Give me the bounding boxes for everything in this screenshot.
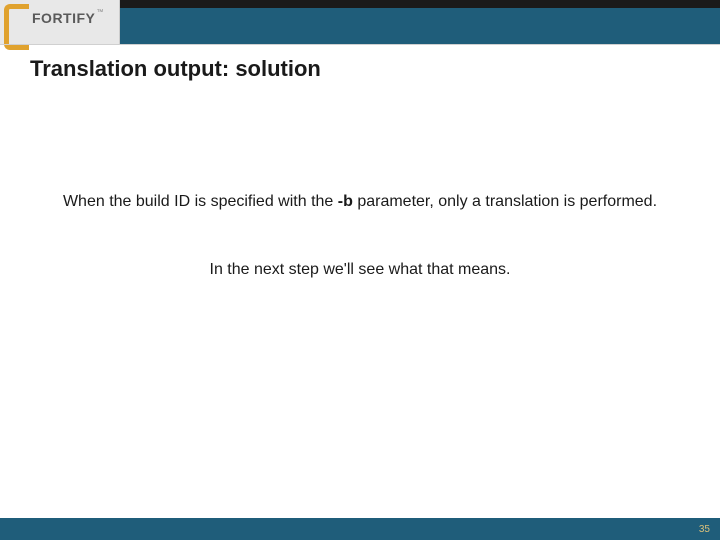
header-blue-strip bbox=[120, 8, 720, 44]
divider-line bbox=[0, 44, 720, 45]
brand-name: FORTIFY bbox=[32, 10, 95, 26]
header-bar: FORTIFY ™ bbox=[0, 0, 720, 44]
slide-title: Translation output: solution bbox=[30, 56, 321, 82]
brand-logo: FORTIFY ™ bbox=[0, 0, 120, 44]
header-right bbox=[120, 0, 720, 44]
footer-bar: 35 bbox=[0, 518, 720, 540]
logo-bracket-icon bbox=[4, 4, 32, 40]
brand-trademark: ™ bbox=[96, 9, 103, 16]
body-paragraph-1: When the build ID is specified with the … bbox=[0, 192, 720, 213]
para1-text-a: When the build ID is specified with the bbox=[63, 193, 338, 210]
header-top-strip bbox=[120, 0, 720, 8]
para1-text-b: parameter, only a translation is perform… bbox=[353, 193, 657, 210]
body-paragraph-2: In the next step we'll see what that mea… bbox=[0, 260, 720, 281]
page-number: 35 bbox=[699, 524, 710, 535]
para1-bold: -b bbox=[338, 193, 353, 210]
